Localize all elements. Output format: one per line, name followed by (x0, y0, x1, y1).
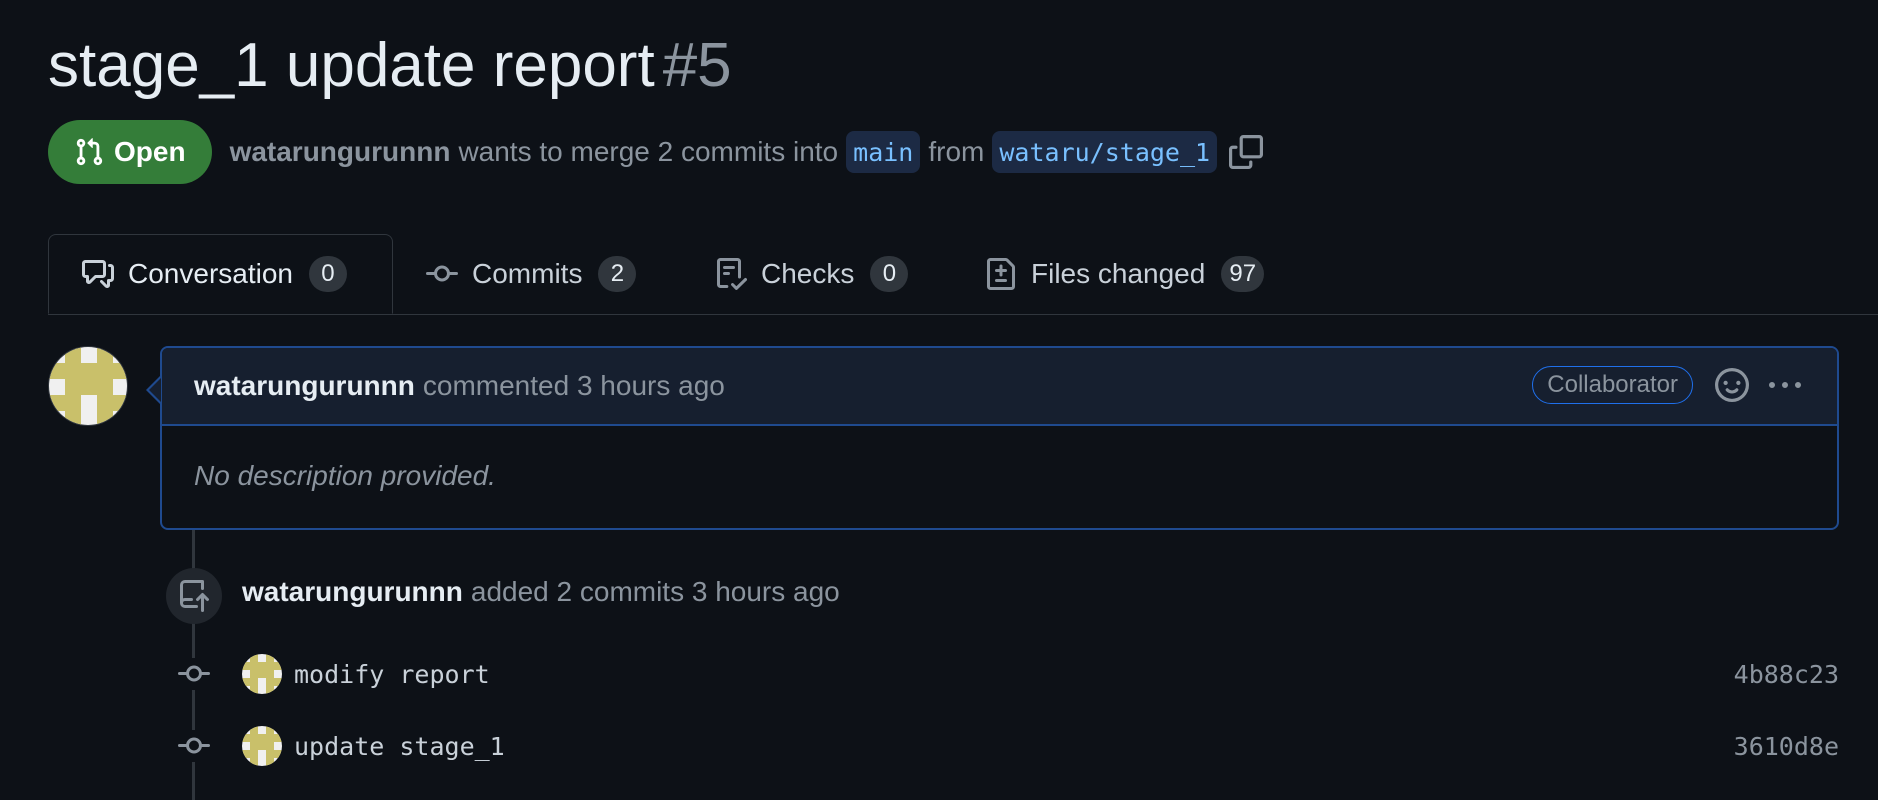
commit-sha-link[interactable]: 3610d8e (1734, 732, 1839, 761)
merge-text: wants to merge 2 commits into (458, 136, 839, 167)
avatar[interactable] (242, 726, 282, 766)
pr-meta: watarungurunnn wants to merge 2 commits … (230, 131, 1264, 173)
head-branch[interactable]: wataru/stage_1 (992, 131, 1218, 173)
checklist-icon (717, 258, 747, 290)
smiley-icon[interactable] (1715, 368, 1749, 409)
file-diff-icon (987, 258, 1015, 290)
avatar[interactable] (48, 346, 128, 426)
push-badge (166, 568, 222, 624)
tab-checks[interactable]: Checks 0 (715, 234, 909, 314)
conversation-icon (82, 260, 114, 288)
commit-sha-link[interactable]: 4b88c23 (1734, 660, 1839, 689)
pull-request-icon (76, 138, 103, 166)
comment-box: watarungurunnn commented 3 hours ago Col… (160, 346, 1839, 530)
page-title: stage_1 update report #5 (48, 26, 732, 106)
commit-row: modify report 4b88c23 (176, 652, 1839, 696)
pr-number: #5 (662, 31, 732, 100)
push-action: added 2 commits 3 hours ago (470, 576, 840, 607)
comment-body: No description provided. (194, 460, 496, 491)
tab-label: Commits (472, 258, 583, 289)
commit-message-link[interactable]: modify report (294, 660, 490, 689)
git-commit-icon (176, 658, 212, 690)
tab-commits[interactable]: Commits 2 (426, 234, 637, 314)
identicon-avatar (49, 347, 127, 425)
pr-title: stage_1 update report (48, 31, 655, 100)
push-event-text: watarungurunnn added 2 commits 3 hours ag… (242, 576, 840, 608)
comment-header: watarungurunnn commented 3 hours ago Col… (162, 348, 1837, 426)
tab-count: 97 (1221, 256, 1265, 292)
tab-conversation[interactable]: Conversation 0 (48, 234, 393, 314)
state-label: Open (114, 136, 186, 167)
tab-count: 0 (870, 256, 909, 292)
avatar[interactable] (242, 654, 282, 694)
tab-label: Checks (761, 258, 855, 289)
push-author-link[interactable]: watarungurunnn (242, 576, 463, 607)
tab-label: Files changed (1031, 258, 1206, 289)
comment-author-link[interactable]: watarungurunnn (194, 370, 415, 402)
role-badge: Collaborator (1532, 366, 1693, 404)
from-text: from (928, 136, 985, 167)
pr-author-link[interactable]: watarungurunnn (230, 136, 451, 168)
repo-push-icon (180, 580, 209, 612)
commit-icon (426, 265, 458, 282)
pr-status-row: Open watarungurunnn wants to merge 2 com… (48, 120, 1264, 184)
comment-timestamp: commented 3 hours ago (422, 370, 725, 401)
commit-message-link[interactable]: update stage_1 (294, 732, 505, 761)
git-commit-icon (176, 730, 212, 762)
tab-count: 2 (598, 256, 637, 292)
comment-pointer-inner (149, 378, 161, 402)
copy-icon[interactable] (1229, 135, 1264, 169)
base-branch[interactable]: main (846, 131, 921, 173)
kebab-horizontal-icon[interactable] (1769, 370, 1801, 409)
tab-files-changed[interactable]: Files changed 97 (985, 234, 1265, 314)
tab-label: Conversation (128, 258, 293, 289)
commit-row: update stage_1 3610d8e (176, 724, 1839, 768)
tab-count: 0 (308, 256, 347, 292)
state-badge: Open (48, 120, 212, 184)
pr-tabs: Conversation 0 Commits 2 Checks 0 Files … (48, 234, 1878, 315)
